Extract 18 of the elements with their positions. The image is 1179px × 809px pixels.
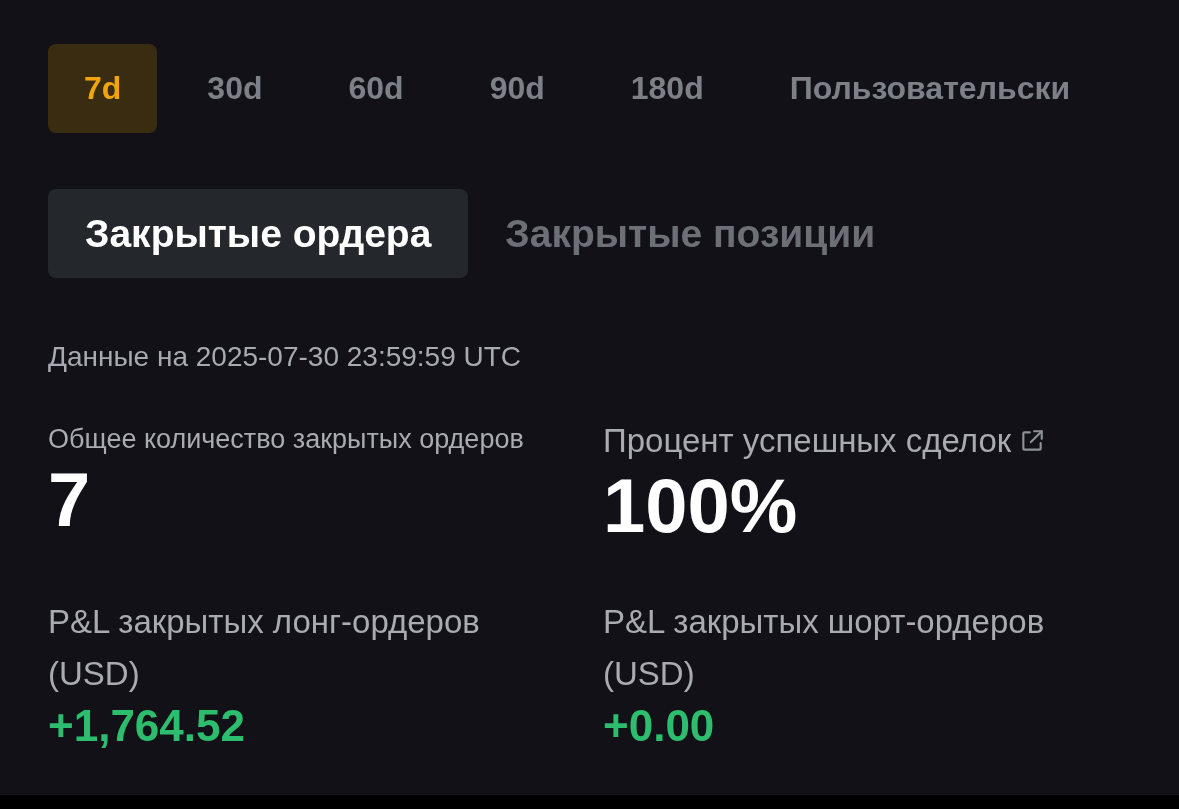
period-tab[interactable]: 90d: [453, 44, 581, 133]
stat-value: 7: [48, 460, 91, 540]
external-link-icon[interactable]: [1019, 428, 1046, 454]
data-timestamp: Данные на 2025-07-30 23:59:59 UTC: [48, 340, 522, 374]
stat-value: 100%: [603, 466, 798, 546]
pnl-label: P&L закрытых шорт-ордеров (USD): [603, 602, 1046, 694]
period-tab[interactable]: 7d: [48, 44, 158, 133]
period-tab[interactable]: 30d: [171, 44, 299, 133]
pnl-value: +0.00: [603, 700, 715, 752]
view-tab[interactable]: Закрытые позиции: [468, 189, 913, 278]
stat-label: Общее количество закрытых ордеров: [48, 423, 524, 456]
view-tab[interactable]: Закрытые ордера: [48, 189, 469, 278]
stat-label: Процент успешных сделок: [603, 422, 1012, 460]
period-tab[interactable]: 60d: [312, 44, 440, 133]
pnl-value: +1,764.52: [48, 700, 245, 752]
period-tab[interactable]: 180d: [594, 44, 740, 133]
period-tab[interactable]: Пользовательски: [753, 44, 1107, 133]
pnl-label: P&L закрытых лонг-ордеров (USD): [48, 602, 481, 694]
